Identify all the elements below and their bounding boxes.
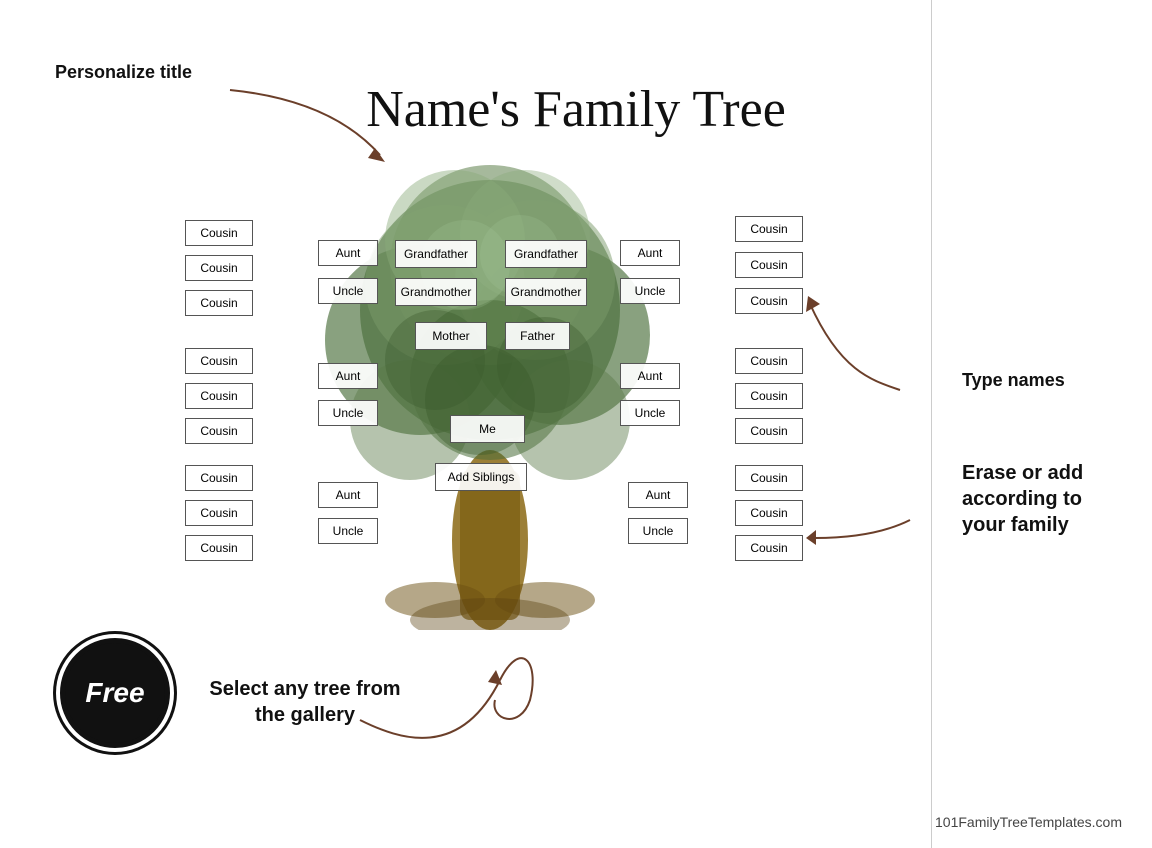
right-uncle2-box[interactable]: Uncle — [620, 400, 680, 426]
right-cousin6-box[interactable]: Cousin — [735, 418, 803, 444]
grandmother1-box[interactable]: Grandmother — [395, 278, 477, 306]
right-cousin7-box[interactable]: Cousin — [735, 465, 803, 491]
right-uncle3-box[interactable]: Uncle — [628, 518, 688, 544]
grandfather1-box[interactable]: Grandfather — [395, 240, 477, 268]
right-cousin5-box[interactable]: Cousin — [735, 383, 803, 409]
right-cousin4-box[interactable]: Cousin — [735, 348, 803, 374]
erase-add-annotation: Erase or addaccording toyour family — [962, 460, 1132, 538]
right-aunt1-box[interactable]: Aunt — [620, 240, 680, 266]
left-cousin3-box[interactable]: Cousin — [185, 290, 253, 316]
right-cousin1-box[interactable]: Cousin — [735, 216, 803, 242]
personalize-annotation: Personalize title — [55, 62, 192, 83]
grandmother2-box[interactable]: Grandmother — [505, 278, 587, 306]
left-cousin1-box[interactable]: Cousin — [185, 220, 253, 246]
left-cousin2-box[interactable]: Cousin — [185, 255, 253, 281]
left-aunt2-box[interactable]: Aunt — [318, 363, 378, 389]
left-uncle3-box[interactable]: Uncle — [318, 518, 378, 544]
type-names-annotation: Type names — [962, 370, 1122, 391]
left-cousin9-box[interactable]: Cousin — [185, 535, 253, 561]
right-aunt2-box[interactable]: Aunt — [620, 363, 680, 389]
left-aunt3-box[interactable]: Aunt — [318, 482, 378, 508]
right-uncle1-box[interactable]: Uncle — [620, 278, 680, 304]
page-title: Name's Family Tree — [366, 80, 786, 139]
add-siblings-box[interactable]: Add Siblings — [435, 463, 527, 491]
select-gallery-text: Select any tree fromthe gallery — [195, 676, 415, 728]
website-url: 101FamilyTreeTemplates.com — [935, 814, 1122, 830]
left-cousin8-box[interactable]: Cousin — [185, 500, 253, 526]
left-cousin6-box[interactable]: Cousin — [185, 418, 253, 444]
left-uncle1-box[interactable]: Uncle — [318, 278, 378, 304]
right-cousin3-box[interactable]: Cousin — [735, 288, 803, 314]
mother-box[interactable]: Mother — [415, 322, 487, 350]
left-aunt1-box[interactable]: Aunt — [318, 240, 378, 266]
right-cousin9-box[interactable]: Cousin — [735, 535, 803, 561]
me-box[interactable]: Me — [450, 415, 525, 443]
right-aunt3-box[interactable]: Aunt — [628, 482, 688, 508]
left-uncle2-box[interactable]: Uncle — [318, 400, 378, 426]
right-cousin8-box[interactable]: Cousin — [735, 500, 803, 526]
left-cousin4-box[interactable]: Cousin — [185, 348, 253, 374]
left-cousin7-box[interactable]: Cousin — [185, 465, 253, 491]
free-badge: Free — [60, 638, 170, 748]
divider-line — [931, 0, 932, 848]
right-cousin2-box[interactable]: Cousin — [735, 252, 803, 278]
grandfather2-box[interactable]: Grandfather — [505, 240, 587, 268]
father-box[interactable]: Father — [505, 322, 570, 350]
free-label: Free — [85, 677, 144, 709]
left-cousin5-box[interactable]: Cousin — [185, 383, 253, 409]
